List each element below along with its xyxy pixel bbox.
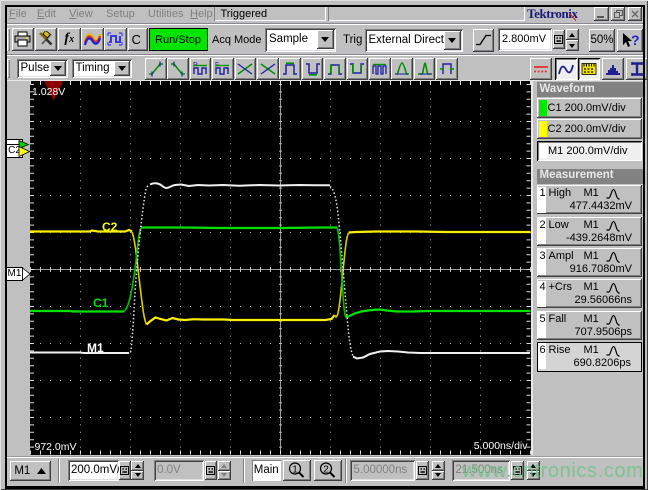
- svg-text:1.028V: 1.028V: [32, 86, 65, 98]
- svg-text:C1: C1: [93, 296, 109, 310]
- svg-text:5.000ns/div: 5.000ns/div: [474, 440, 528, 452]
- svg-text:C2: C2: [102, 220, 118, 234]
- svg-text:1: 1: [292, 465, 298, 476]
- svg-text:?: ?: [631, 32, 640, 48]
- svg-text:-972.0mV: -972.0mV: [31, 441, 77, 453]
- svg-text:M1: M1: [87, 341, 104, 355]
- svg-text:2: 2: [323, 465, 329, 476]
